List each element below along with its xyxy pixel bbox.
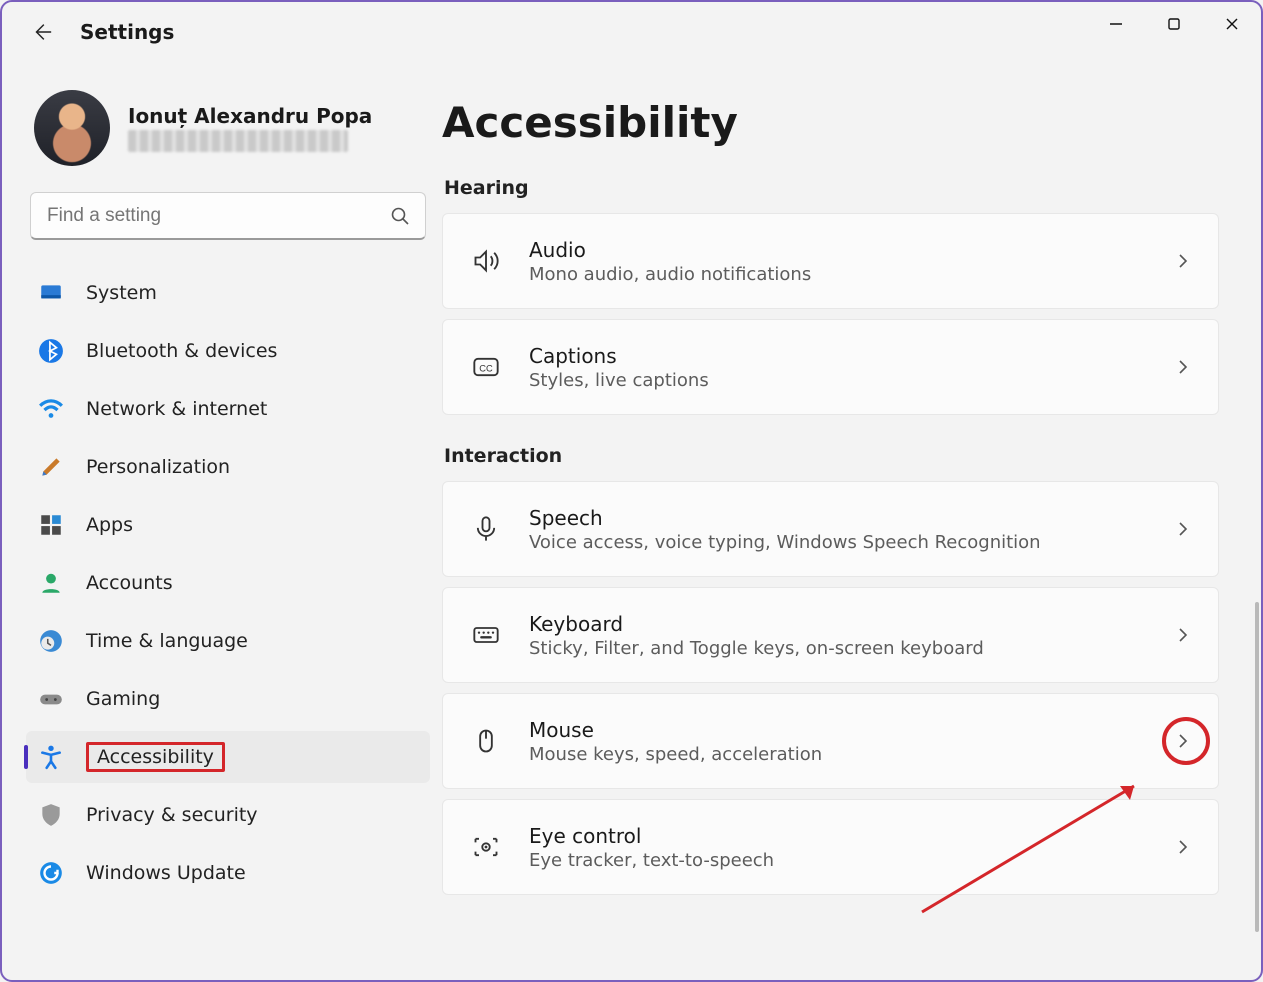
profile-block[interactable]: Ionuț Alexandru Popa	[26, 84, 430, 184]
section-title-interaction: Interaction	[444, 445, 1219, 467]
search-wrap	[30, 192, 426, 240]
chevron-right-icon	[1172, 518, 1194, 540]
sidebar: Ionuț Alexandru Popa System Bluetooth & …	[2, 72, 442, 980]
nav-item-accounts[interactable]: Accounts	[26, 557, 430, 609]
nav-label: Accessibility	[86, 742, 225, 772]
card-mouse[interactable]: Mouse Mouse keys, speed, acceleration	[442, 693, 1219, 789]
nav-item-apps[interactable]: Apps	[26, 499, 430, 551]
card-title: Speech	[529, 506, 1172, 530]
header: Settings	[30, 20, 174, 44]
captions-icon: CC	[467, 353, 505, 381]
page-title: Accessibility	[442, 98, 1219, 147]
nav-label: Time & language	[86, 630, 248, 652]
card-eye-control[interactable]: Eye control Eye tracker, text-to-speech	[442, 799, 1219, 895]
main-content: Accessibility Hearing Audio Mono audio, …	[442, 72, 1261, 980]
settings-window: Settings Ionuț Alexandru Popa	[0, 0, 1263, 982]
card-subtitle: Eye tracker, text-to-speech	[529, 850, 1172, 871]
nav-item-privacy[interactable]: Privacy & security	[26, 789, 430, 841]
wifi-icon	[38, 396, 64, 422]
nav-item-network[interactable]: Network & internet	[26, 383, 430, 435]
avatar	[34, 90, 110, 166]
chevron-right-icon	[1172, 356, 1194, 378]
chevron-right-icon	[1172, 836, 1194, 858]
close-button[interactable]	[1203, 4, 1261, 44]
card-title: Mouse	[529, 718, 1172, 742]
back-button[interactable]	[30, 20, 54, 44]
audio-icon	[467, 247, 505, 275]
nav-label: Bluetooth & devices	[86, 340, 277, 362]
card-subtitle: Styles, live captions	[529, 370, 1172, 391]
nav-item-system[interactable]: System	[26, 267, 430, 319]
maximize-button[interactable]	[1145, 4, 1203, 44]
card-subtitle: Mono audio, audio notifications	[529, 264, 1172, 285]
nav-item-personalization[interactable]: Personalization	[26, 441, 430, 493]
app-title: Settings	[80, 20, 174, 44]
nav-label: Privacy & security	[86, 804, 258, 826]
gamepad-icon	[38, 686, 64, 712]
nav-item-gaming[interactable]: Gaming	[26, 673, 430, 725]
card-title: Captions	[529, 344, 1172, 368]
scrollbar-thumb[interactable]	[1255, 602, 1259, 932]
card-keyboard[interactable]: Keyboard Sticky, Filter, and Toggle keys…	[442, 587, 1219, 683]
card-title: Keyboard	[529, 612, 1172, 636]
nav-list: System Bluetooth & devices Network & int…	[26, 264, 430, 902]
nav-label: Gaming	[86, 688, 160, 710]
bluetooth-icon	[38, 338, 64, 364]
card-subtitle: Voice access, voice typing, Windows Spee…	[529, 532, 1172, 553]
card-title: Eye control	[529, 824, 1172, 848]
clock-globe-icon	[38, 628, 64, 654]
nav-label: Accounts	[86, 572, 173, 594]
nav-item-time-language[interactable]: Time & language	[26, 615, 430, 667]
card-audio[interactable]: Audio Mono audio, audio notifications	[442, 213, 1219, 309]
card-subtitle: Sticky, Filter, and Toggle keys, on-scre…	[529, 638, 1172, 659]
minimize-button[interactable]	[1087, 4, 1145, 44]
chevron-right-icon	[1172, 730, 1194, 752]
window-controls	[1087, 2, 1261, 46]
nav-item-accessibility[interactable]: Accessibility	[26, 731, 430, 783]
search-icon	[390, 206, 410, 226]
section-title-hearing: Hearing	[444, 177, 1219, 199]
search-input[interactable]	[30, 192, 426, 240]
svg-text:CC: CC	[479, 364, 493, 374]
eye-icon	[467, 833, 505, 861]
nav-label: Windows Update	[86, 862, 246, 884]
apps-icon	[38, 512, 64, 538]
chevron-right-icon	[1172, 250, 1194, 272]
nav-label: Apps	[86, 514, 133, 536]
mouse-icon	[467, 727, 505, 755]
paintbrush-icon	[38, 454, 64, 480]
microphone-icon	[467, 515, 505, 543]
accessibility-icon	[38, 744, 64, 770]
card-subtitle: Mouse keys, speed, acceleration	[529, 744, 1172, 765]
nav-item-bluetooth[interactable]: Bluetooth & devices	[26, 325, 430, 377]
nav-item-windows-update[interactable]: Windows Update	[26, 847, 430, 899]
nav-label: System	[86, 282, 157, 304]
profile-name: Ionuț Alexandru Popa	[128, 104, 372, 128]
shield-icon	[38, 802, 64, 828]
chevron-right-icon	[1172, 624, 1194, 646]
profile-email-redacted	[128, 130, 348, 152]
nav-label: Network & internet	[86, 398, 267, 420]
card-captions[interactable]: CC Captions Styles, live captions	[442, 319, 1219, 415]
nav-label: Personalization	[86, 456, 230, 478]
card-speech[interactable]: Speech Voice access, voice typing, Windo…	[442, 481, 1219, 577]
update-icon	[38, 860, 64, 886]
person-icon	[38, 570, 64, 596]
card-title: Audio	[529, 238, 1172, 262]
system-icon	[38, 280, 64, 306]
keyboard-icon	[467, 621, 505, 649]
